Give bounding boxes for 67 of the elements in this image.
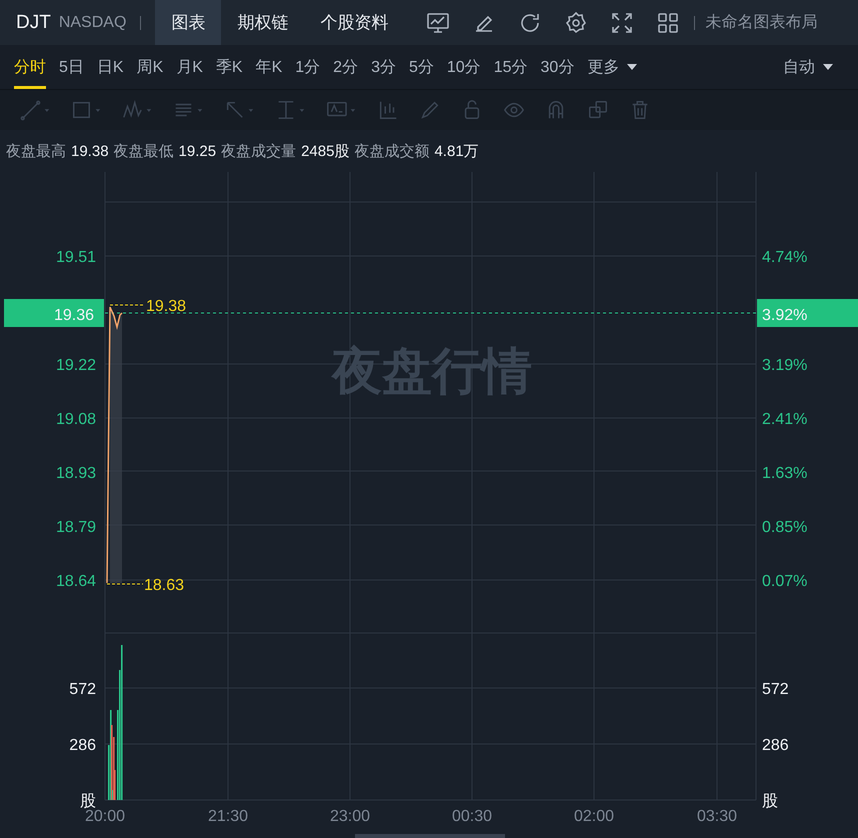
- volume-tick: 286: [762, 737, 789, 754]
- price-tick: 19.51: [56, 249, 96, 266]
- percent-tick: 2.41%: [762, 411, 808, 428]
- period-tab[interactable]: 周K: [136, 45, 164, 89]
- stat-value: 19.38: [71, 142, 109, 160]
- period-tab[interactable]: 1分: [295, 45, 320, 89]
- volume-tick: 286: [69, 737, 96, 754]
- percent-tick: 3.19%: [762, 357, 808, 374]
- price-tick: 18.93: [56, 465, 96, 482]
- time-tick: 23:00: [330, 808, 370, 825]
- tab[interactable]: 期权链: [221, 0, 304, 45]
- time-tick: 20:00: [84, 808, 126, 825]
- stat-value: 4.81万: [434, 142, 479, 160]
- volume-tick: 股: [80, 793, 96, 810]
- line-tool-icon[interactable]: [20, 99, 51, 121]
- price-tick: 18.79: [56, 519, 96, 536]
- percent-tick: 1.63%: [762, 465, 808, 482]
- period-tab[interactable]: 10分: [446, 45, 481, 89]
- settings-icon[interactable]: [564, 10, 588, 34]
- percent-tick: 0.85%: [762, 519, 808, 536]
- stat-label: 夜盘成交量: [221, 142, 296, 160]
- percent-tick: 4.74%: [762, 249, 808, 266]
- price-tick: 19.22: [56, 357, 96, 374]
- shapes-icon[interactable]: [587, 99, 609, 121]
- price-tick: 19.08: [56, 411, 96, 428]
- exchange-label: NASDAQ: [58, 14, 126, 32]
- period-tab[interactable]: 2分: [333, 45, 358, 89]
- pencil-tool-icon[interactable]: [419, 99, 441, 121]
- rectangle-tool-icon[interactable]: [71, 99, 102, 121]
- period-tab[interactable]: 年K: [256, 45, 282, 89]
- percent-tick: 0.07%: [762, 573, 808, 590]
- chart-monitor-icon[interactable]: [426, 10, 450, 34]
- scroll-thumb[interactable]: [355, 834, 505, 838]
- period-tab[interactable]: 月K: [176, 45, 203, 89]
- period-tab[interactable]: 5日: [59, 45, 84, 89]
- tab[interactable]: 图表: [155, 0, 222, 45]
- time-tick: 03:30: [696, 808, 738, 825]
- fullscreen-icon[interactable]: [610, 10, 634, 34]
- volume-tick: 572: [69, 681, 96, 698]
- time-tick: 21:30: [208, 808, 248, 825]
- scale-dropdown[interactable]: 自动: [783, 45, 833, 89]
- stock-symbol: DJT: [16, 12, 51, 34]
- volume-tick: 572: [762, 681, 789, 698]
- time-tick: 02:00: [574, 808, 614, 825]
- time-tick: 00:30: [452, 808, 492, 825]
- stat-value: 19.25: [178, 142, 216, 160]
- period-tab[interactable]: 30分: [540, 45, 574, 89]
- tab[interactable]: 个股资料: [304, 0, 404, 45]
- grid-icon[interactable]: [656, 10, 680, 34]
- layout-name[interactable]: 未命名图表布局: [705, 12, 818, 33]
- volume-tick: 股: [762, 793, 778, 810]
- period-tab[interactable]: 日K: [96, 45, 124, 89]
- more-dropdown[interactable]: 更多: [587, 45, 638, 89]
- price-tick: 18.64: [56, 573, 96, 590]
- current-percent-badge: 3.92%: [757, 299, 858, 327]
- caret-icon: [823, 64, 833, 70]
- current-price-badge: 19.36: [4, 299, 104, 327]
- period-tab[interactable]: 5分: [408, 45, 434, 89]
- period-tab[interactable]: 季K: [216, 45, 243, 89]
- period-tab[interactable]: 15分: [494, 45, 528, 89]
- stat-label: 夜盘成交额: [354, 142, 430, 160]
- stat-value: 2485股: [301, 142, 350, 160]
- stat-label: 夜盘最高: [6, 142, 66, 160]
- stat-label: 夜盘最低: [114, 142, 174, 160]
- caret-icon: [627, 64, 638, 70]
- period-tab[interactable]: 3分: [371, 45, 396, 89]
- arrow-tool-icon[interactable]: [224, 99, 255, 121]
